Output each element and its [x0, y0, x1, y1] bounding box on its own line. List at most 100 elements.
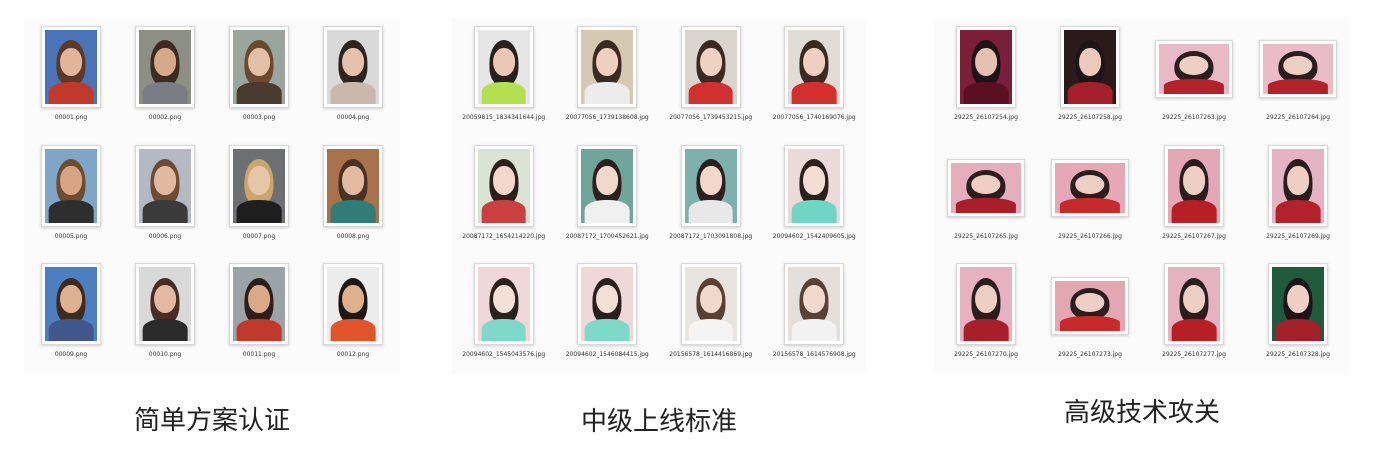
- file-thumbnail[interactable]: [473, 263, 534, 346]
- file-item[interactable]: 29225_26107264.jpg: [1246, 18, 1350, 137]
- file-item[interactable]: 00010.png: [118, 255, 212, 374]
- file-item[interactable]: 20077056_1739453215.jpg: [659, 18, 763, 137]
- file-thumbnail[interactable]: [1164, 144, 1224, 227]
- file-thumbnail[interactable]: [680, 144, 741, 227]
- face-shape: [342, 285, 364, 314]
- file-item[interactable]: 29225_26107258.jpg: [1038, 18, 1142, 137]
- file-thumbnail[interactable]: [1268, 144, 1328, 227]
- face-shape: [248, 166, 270, 195]
- file-thumbnail[interactable]: [1268, 263, 1328, 346]
- file-name: 00012.png: [336, 351, 370, 359]
- file-thumbnail[interactable]: [784, 263, 845, 346]
- photo-preview: [233, 267, 285, 342]
- photo-preview: [233, 30, 285, 104]
- body-shape: [330, 81, 376, 104]
- file-item[interactable]: 29225_26107277.jpg: [1142, 255, 1246, 374]
- body-shape: [236, 200, 282, 223]
- file-thumbnail[interactable]: [1060, 26, 1120, 108]
- file-thumbnail[interactable]: [229, 26, 289, 108]
- file-item[interactable]: 29225_26107254.jpg: [934, 18, 1038, 137]
- file-item[interactable]: 00004.png: [306, 18, 400, 137]
- file-thumbnail[interactable]: [1164, 263, 1224, 346]
- photo-preview: [788, 267, 841, 342]
- face-shape: [342, 166, 364, 195]
- file-thumbnail[interactable]: [947, 158, 1025, 217]
- file-thumbnail[interactable]: [784, 26, 845, 108]
- file-item[interactable]: 00002.png: [118, 18, 212, 137]
- file-item[interactable]: 20094602_1545043576.jpg: [452, 255, 556, 374]
- file-item[interactable]: 20087172_1703091808.jpg: [659, 137, 763, 256]
- file-thumbnail[interactable]: [577, 144, 638, 227]
- file-name: 00006.png: [148, 232, 182, 240]
- file-item[interactable]: 20077056_1739138608.jpg: [556, 18, 660, 137]
- file-thumbnail[interactable]: [956, 26, 1016, 108]
- body-shape: [791, 319, 837, 342]
- file-item[interactable]: 29225_26107266.jpg: [1038, 137, 1142, 256]
- file-thumbnail[interactable]: [41, 26, 101, 108]
- file-item[interactable]: 29225_26107270.jpg: [934, 255, 1038, 374]
- caption-advanced: 高级技术攻关: [1063, 398, 1220, 428]
- file-thumbnail[interactable]: [229, 263, 289, 346]
- body-shape: [688, 200, 734, 223]
- body-shape: [791, 81, 837, 104]
- file-thumbnail[interactable]: [1155, 40, 1233, 98]
- file-thumbnail[interactable]: [784, 144, 845, 227]
- file-thumbnail[interactable]: [680, 263, 741, 346]
- file-item[interactable]: 20156578_1614416869.jpg: [659, 255, 763, 374]
- photo-preview: [1055, 281, 1125, 332]
- file-item[interactable]: 29225_26107328.jpg: [1246, 255, 1350, 374]
- file-thumbnail[interactable]: [473, 26, 534, 108]
- file-thumbnail[interactable]: [135, 26, 195, 108]
- file-thumbnail[interactable]: [956, 263, 1016, 346]
- body-shape: [1067, 81, 1113, 104]
- file-item[interactable]: 29225_26107265.jpg: [934, 137, 1038, 256]
- file-thumbnail[interactable]: [323, 263, 383, 346]
- file-item[interactable]: 29225_26107263.jpg: [1142, 18, 1246, 137]
- photo-preview: [327, 267, 379, 342]
- file-item[interactable]: 00001.png: [24, 18, 118, 137]
- file-name: 29225_26107269.jpg: [1266, 232, 1330, 240]
- file-name: 29225_26107265.jpg: [954, 232, 1018, 240]
- file-item[interactable]: 20077056_1740169076.jpg: [763, 18, 867, 137]
- file-item[interactable]: 00007.png: [212, 137, 306, 256]
- photo-preview: [581, 30, 634, 104]
- face-shape: [803, 47, 826, 76]
- file-thumbnail[interactable]: [229, 144, 289, 227]
- file-item[interactable]: 20087172_1700452621.jpg: [556, 137, 660, 256]
- file-item[interactable]: 00009.png: [24, 255, 118, 374]
- file-thumbnail[interactable]: [577, 26, 638, 108]
- file-item[interactable]: 20094602_1542409605.jpg: [763, 137, 867, 256]
- file-item[interactable]: 00012.png: [306, 255, 400, 374]
- file-thumbnail[interactable]: [680, 26, 741, 108]
- face-shape: [1283, 56, 1313, 75]
- file-item[interactable]: 20087172_1654214220.jpg: [452, 137, 556, 256]
- file-item[interactable]: 29225_26107267.jpg: [1142, 137, 1246, 256]
- file-thumbnail[interactable]: [323, 144, 383, 227]
- file-item[interactable]: 00005.png: [24, 137, 118, 256]
- file-thumbnail[interactable]: [1051, 277, 1129, 336]
- file-thumbnail[interactable]: [135, 144, 195, 227]
- file-thumbnail[interactable]: [1051, 158, 1129, 217]
- file-item[interactable]: 29225_26107273.jpg: [1038, 255, 1142, 374]
- body-shape: [1275, 319, 1321, 342]
- file-item[interactable]: 29225_26107269.jpg: [1246, 137, 1350, 256]
- file-item[interactable]: 00003.png: [212, 18, 306, 137]
- file-item[interactable]: 20059815_1834341644.jpg: [452, 18, 556, 137]
- file-item[interactable]: 20094602_1546084415.jpg: [556, 255, 660, 374]
- file-name: 00008.png: [336, 232, 370, 240]
- photo-preview: [233, 148, 285, 223]
- file-thumbnail[interactable]: [135, 263, 195, 346]
- file-thumbnail[interactable]: [473, 144, 534, 227]
- face-shape: [1075, 174, 1105, 194]
- file-name: 29225_26107264.jpg: [1266, 114, 1330, 121]
- file-thumbnail[interactable]: [41, 263, 101, 346]
- file-thumbnail[interactable]: [323, 26, 383, 108]
- file-item[interactable]: 00011.png: [212, 255, 306, 374]
- file-item[interactable]: 20156578_1614576908.jpg: [763, 255, 867, 374]
- file-thumbnail[interactable]: [41, 144, 101, 227]
- body-shape: [142, 319, 188, 342]
- file-item[interactable]: 00008.png: [306, 137, 400, 256]
- file-thumbnail[interactable]: [1259, 40, 1337, 98]
- file-thumbnail[interactable]: [577, 263, 638, 346]
- file-item[interactable]: 00006.png: [118, 137, 212, 256]
